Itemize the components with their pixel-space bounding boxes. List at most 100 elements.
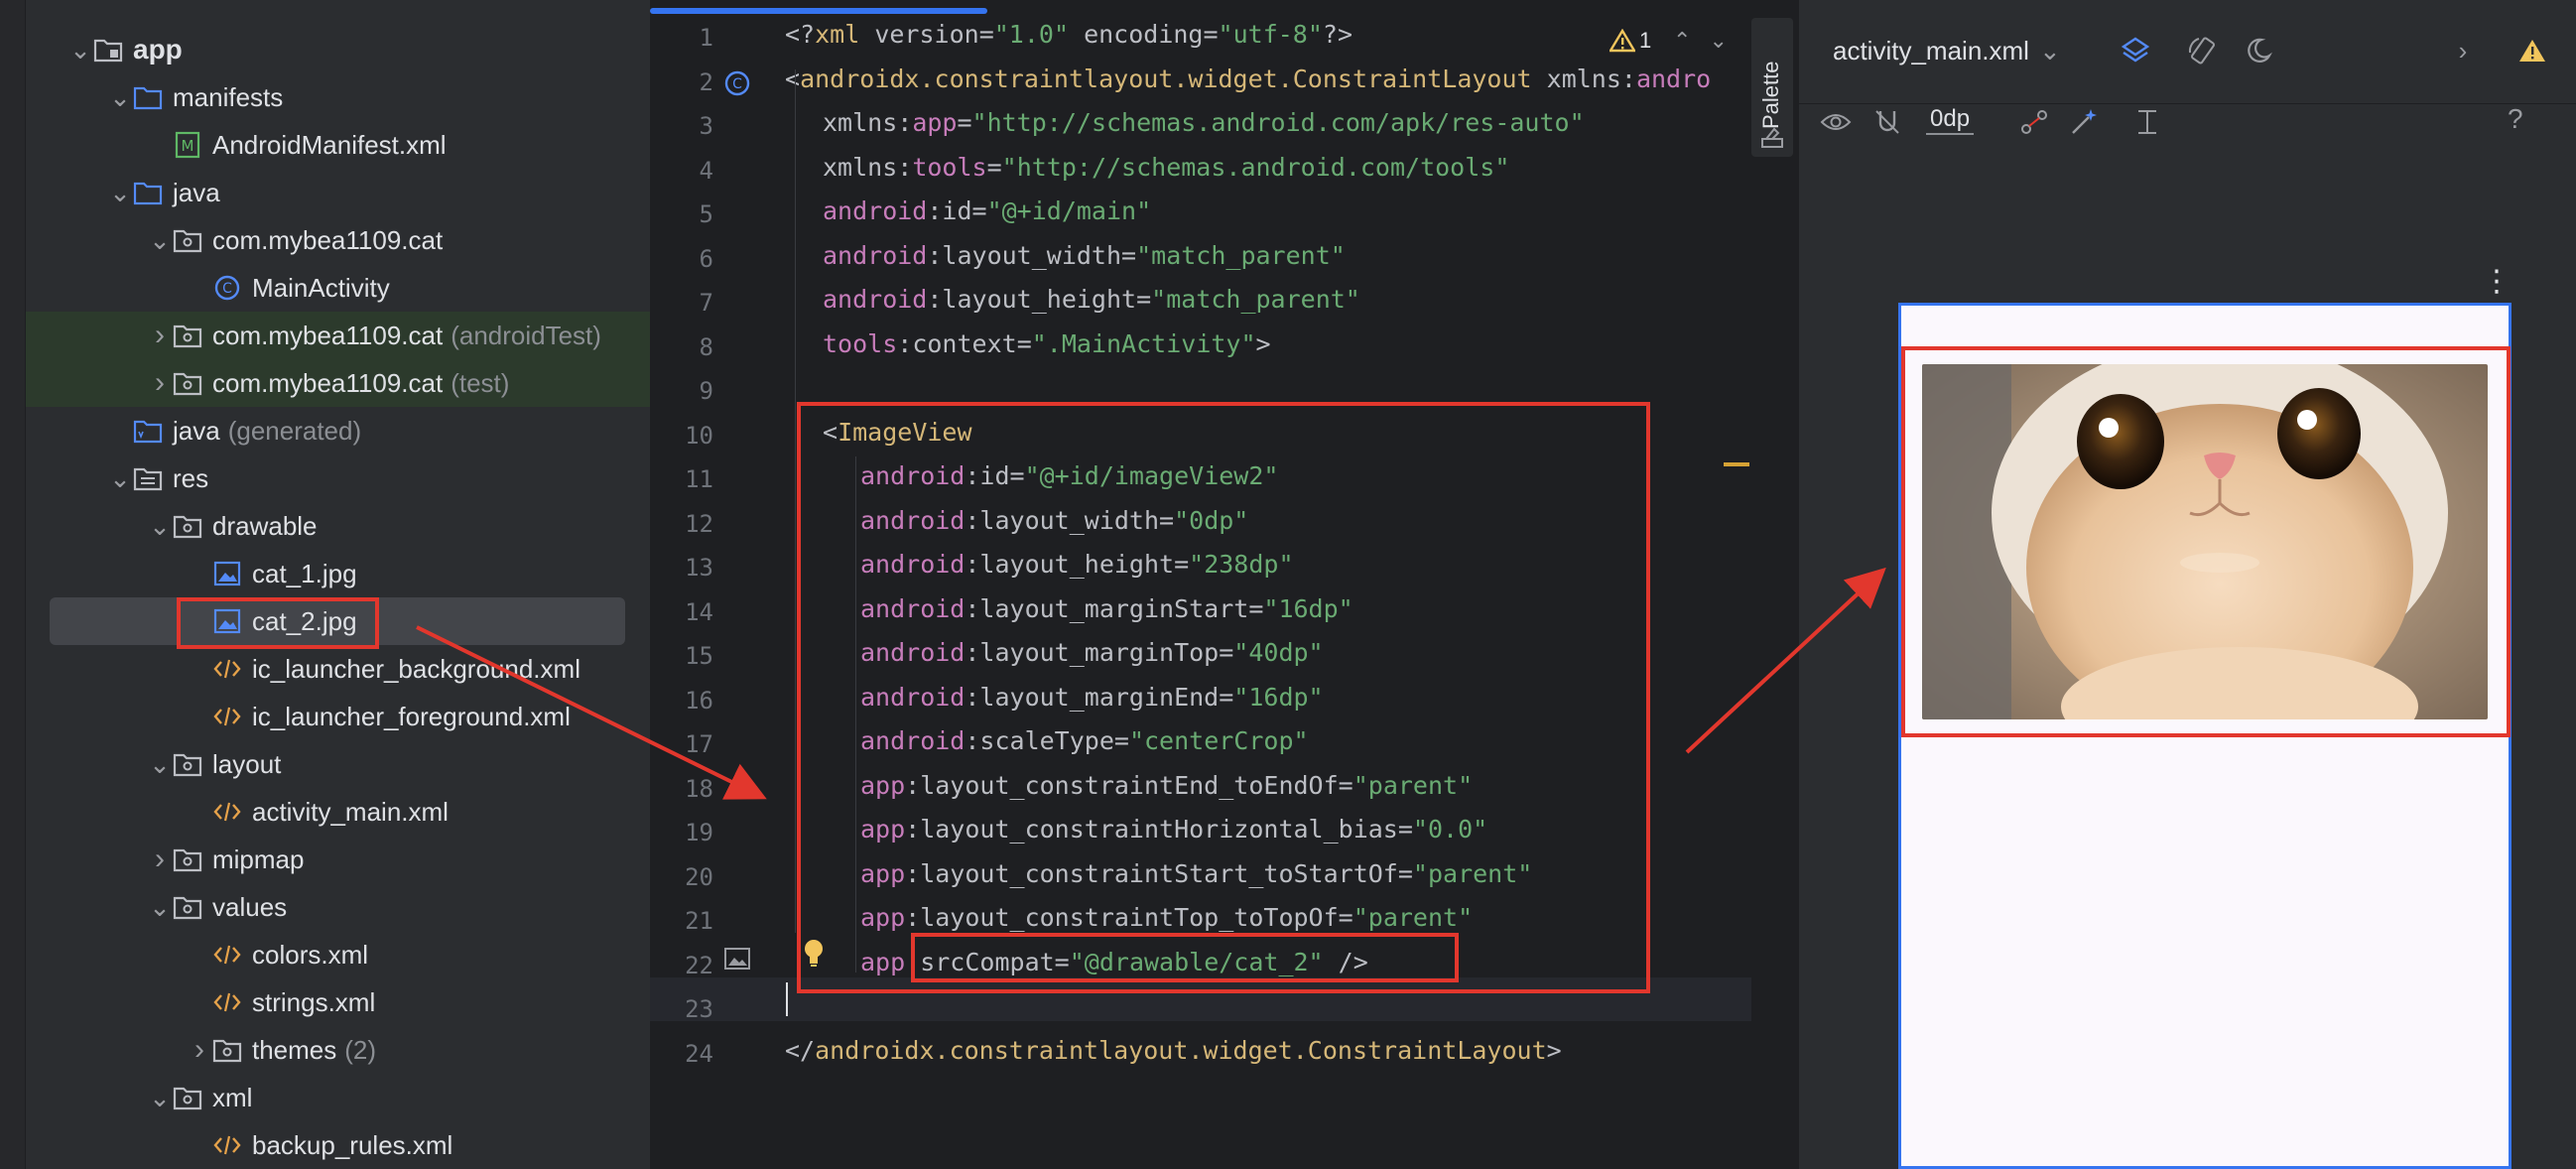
tree-item-label: mipmap (212, 844, 305, 874)
tree-item[interactable]: C MainActivity (26, 264, 390, 312)
tree-item[interactable]: backup_rules.xml (26, 1121, 452, 1169)
code-token: "@+id/main" (986, 196, 1152, 225)
tree-item[interactable]: activity_main.xml (26, 788, 449, 836)
chevron-right-icon[interactable]: › (147, 366, 173, 399)
tree-item[interactable]: › themes (2) (26, 1026, 376, 1074)
class-gutter-icon[interactable]: C (723, 69, 751, 97)
code-token: = (971, 196, 987, 225)
line-number: 5 (699, 200, 713, 228)
tree-item[interactable]: M AndroidManifest.xml (26, 121, 447, 169)
svg-text:C: C (222, 281, 232, 297)
tree-item-label: ic_launcher_background.xml (252, 653, 580, 684)
line-number: 20 (685, 862, 713, 891)
chevron-down-icon[interactable]: ⌄ (107, 82, 133, 112)
more-options-icon[interactable]: ⋮ (2482, 264, 2512, 299)
code-token: ?> (1322, 20, 1353, 49)
line-number: 19 (685, 819, 713, 846)
chevron-right-icon[interactable]: › (2446, 34, 2480, 67)
warning-badge[interactable]: 1 (1610, 28, 1651, 54)
tree-item-label: com.mybea1109.cat (212, 224, 444, 255)
layout-file-dropdown[interactable]: activity_main.xml ⌄ (1833, 36, 2061, 66)
cat2-annotation-box (177, 597, 379, 649)
code-token: = (986, 152, 1002, 182)
code-token: android (823, 240, 928, 270)
infer-constraints-icon[interactable] (2067, 105, 2101, 139)
chevron-down-icon[interactable]: ⌄ (107, 178, 133, 207)
layers-icon[interactable] (2119, 34, 2152, 67)
code-line: </androidx.constraintlayout.widget.Const… (785, 1036, 1562, 1065)
clear-constraints-icon[interactable] (2017, 105, 2051, 139)
scrollbar-marker (1724, 462, 1749, 466)
tree-item[interactable]: ⌄ res (26, 455, 208, 502)
image-preview-gutter-icon[interactable] (723, 946, 751, 972)
tree-item[interactable]: ⌄ values (26, 883, 287, 931)
tree-item[interactable]: strings.xml (26, 978, 375, 1026)
tree-item[interactable]: ⌄ app (26, 26, 183, 73)
guidelines-icon[interactable] (2130, 105, 2164, 139)
chevron-down-icon[interactable]: ⌄ (147, 225, 173, 255)
tree-item[interactable]: › com.mybea1109.cat (test) (26, 359, 650, 407)
tree-item-label: strings.xml (252, 986, 376, 1017)
default-margin-dropdown[interactable]: 0dp (1926, 105, 1975, 135)
highlight-nav: ⌃ ⌄ (1673, 28, 1728, 54)
code-token: androidx.constraintlayout.widget.Constra… (815, 1035, 1547, 1065)
chevron-down-icon[interactable]: ⌄ (147, 1083, 173, 1112)
tree-item-label: layout (212, 748, 282, 779)
xml-file-icon (212, 1130, 242, 1160)
chevron-down-icon[interactable]: ⌄ (147, 892, 173, 922)
help-icon[interactable]: ? (2508, 103, 2523, 135)
code-token: = (978, 20, 994, 49)
palette-label[interactable]: Palette (1758, 62, 1784, 130)
tree-item[interactable]: ic_launcher_background.xml (26, 645, 580, 693)
chevron-right-icon[interactable]: › (147, 319, 173, 351)
chevron-down-icon[interactable]: ⌄ (147, 511, 173, 541)
manifest-file-icon: M (173, 130, 202, 160)
tree-item-label: AndroidManifest.xml (212, 129, 447, 160)
line-number: 9 (699, 377, 713, 405)
tree-item-label: drawable (212, 510, 318, 541)
package-icon (173, 892, 202, 922)
tree-item[interactable]: java (generated) (26, 407, 361, 455)
code-token: :context (897, 328, 1017, 358)
code-token: xmlns: (823, 108, 913, 137)
magnet-off-icon[interactable] (1870, 105, 1904, 139)
package-icon (173, 321, 202, 350)
tree-item-suffix: (2) (344, 1034, 377, 1065)
orientation-icon[interactable] (2186, 34, 2220, 67)
tree-item[interactable]: ic_launcher_foreground.xml (26, 693, 571, 740)
chevron-down-icon[interactable]: ⌄ (147, 749, 173, 779)
tree-item-label: java (173, 415, 220, 446)
folder-generated-icon (133, 416, 163, 446)
folder-blue-icon (133, 82, 163, 112)
chevron-down-icon[interactable]: ⌄ (107, 463, 133, 493)
tree-item-label: themes (252, 1034, 337, 1065)
tree-item-label: cat_1.jpg (252, 558, 357, 588)
eye-icon[interactable] (1819, 105, 1853, 139)
tree-item[interactable]: ⌄ xml (26, 1074, 252, 1121)
tree-item-suffix: (androidTest) (451, 320, 601, 350)
tree-item-label: colors.xml (252, 939, 369, 970)
warning-icon[interactable] (2515, 34, 2549, 67)
chevron-up-icon[interactable]: ⌃ (1673, 28, 1691, 54)
line-number: 15 (685, 642, 713, 670)
tree-item[interactable]: ⌄ manifests (26, 73, 283, 121)
tree-item[interactable]: cat_1.jpg (26, 550, 357, 597)
layout-file-name: activity_main.xml (1833, 36, 2029, 65)
tree-item-label: manifests (173, 81, 284, 112)
chevron-down-icon[interactable]: ⌄ (67, 35, 93, 65)
tree-item[interactable]: ⌄ layout (26, 740, 281, 788)
chevron-down-icon[interactable]: ⌄ (1709, 28, 1727, 54)
chevron-right-icon[interactable]: › (187, 1033, 212, 1066)
tree-item[interactable]: ⌄ drawable (26, 502, 318, 550)
tree-item[interactable]: ⌄ java (26, 169, 220, 216)
code-editor[interactable]: 1 2 3 4 5 6 7 8 9 10 11 12 13 14 15 16 17 18 19 20 21 22 23 24 … (650, 0, 1751, 1169)
tree-item[interactable]: colors.xml (26, 931, 368, 978)
tree-item[interactable]: ⌄ com.mybea1109.cat (26, 216, 443, 264)
night-mode-icon[interactable] (2242, 34, 2275, 67)
tree-item[interactable]: › mipmap (26, 836, 304, 883)
chevron-right-icon[interactable]: › (147, 843, 173, 875)
tree-item[interactable]: › com.mybea1109.cat (androidTest) (26, 312, 650, 359)
